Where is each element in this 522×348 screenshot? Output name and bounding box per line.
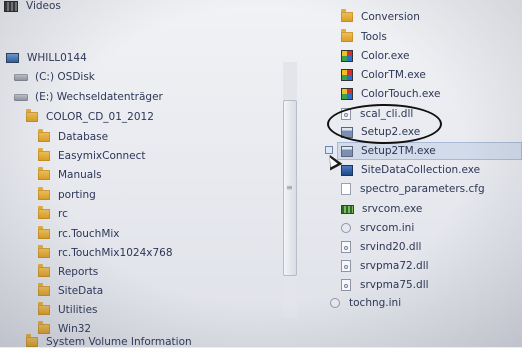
nav-item-subfolder[interactable]: Utilities bbox=[38, 302, 98, 316]
file-name: Conversion bbox=[361, 11, 420, 23]
nav-item-subfolder[interactable]: Database bbox=[38, 129, 109, 143]
folder-icon bbox=[38, 167, 50, 180]
list-item-file[interactable]: srvpma75.dll bbox=[341, 279, 429, 291]
nav-item-subfolder[interactable]: SiteData bbox=[38, 283, 104, 297]
nav-item-label: (E:) Wechseldatenträger bbox=[35, 91, 163, 103]
file-name: srvpma75.dll bbox=[360, 279, 429, 291]
nav-item-computer[interactable]: WHILL0144 bbox=[6, 52, 87, 64]
nav-item-label: SiteData bbox=[58, 285, 104, 297]
explorer-window: Videos WHILL0144 (C:) OSDisk (E:) Wechse… bbox=[0, 0, 522, 348]
nav-item-label: Database bbox=[58, 131, 109, 143]
folder-icon bbox=[38, 283, 50, 296]
removable-drive-icon bbox=[14, 93, 28, 101]
video-library-icon bbox=[4, 0, 18, 12]
folder-icon bbox=[26, 334, 38, 347]
setup-exe-icon bbox=[341, 145, 353, 157]
nav-item-drive-e[interactable]: (E:) Wechseldatenträger bbox=[14, 91, 163, 103]
folder-icon bbox=[38, 245, 50, 258]
folder-icon bbox=[38, 148, 50, 161]
nav-item-subfolder[interactable]: porting bbox=[38, 187, 96, 201]
nav-item-label: Win32 bbox=[58, 323, 92, 335]
color-exe-icon bbox=[341, 50, 353, 62]
nav-item-label: EasymixConnect bbox=[58, 150, 146, 162]
file-name: tochng.ini bbox=[349, 297, 402, 309]
blue-exe-icon bbox=[341, 164, 353, 176]
nav-item-label: COLOR_CD_01_2012 bbox=[46, 111, 154, 123]
file-name: Color.exe bbox=[361, 50, 410, 62]
dll-file-icon bbox=[341, 260, 351, 272]
folder-icon bbox=[38, 264, 50, 277]
file-name: ColorTM.exe bbox=[361, 69, 426, 81]
ini-file-icon bbox=[330, 298, 340, 308]
file-name: ColorTouch.exe bbox=[361, 88, 441, 100]
folder-icon bbox=[38, 226, 50, 239]
file-name: Setup2TM.exe bbox=[361, 145, 436, 157]
file-name: srvcom.exe bbox=[362, 203, 423, 215]
list-item-file[interactable]: srvcom.ini bbox=[341, 222, 414, 234]
file-name: srvcom.ini bbox=[360, 222, 415, 234]
nav-item-label: System Volume Information bbox=[46, 336, 192, 348]
scrollbar-grip-icon: ≡ bbox=[286, 183, 293, 192]
folder-icon bbox=[341, 29, 353, 42]
list-item-file[interactable]: ColorTM.exe bbox=[341, 69, 426, 81]
list-item-file[interactable]: Color.exe bbox=[341, 50, 409, 62]
nav-item-label: rc.TouchMix1024x768 bbox=[58, 247, 173, 259]
nav-item-drive-c[interactable]: (C:) OSDisk bbox=[14, 71, 95, 83]
folder-icon bbox=[38, 129, 50, 142]
list-item-file[interactable]: srvind20.dll bbox=[341, 241, 421, 253]
list-item-file[interactable]: Setup2TM.exe bbox=[341, 145, 436, 157]
nav-item-subfolder[interactable]: EasymixConnect bbox=[38, 148, 146, 162]
nav-item-label: Utilities bbox=[58, 304, 98, 316]
folder-icon bbox=[38, 321, 50, 334]
nav-item-label: (C:) OSDisk bbox=[35, 71, 95, 83]
list-item-file[interactable]: tochng.ini bbox=[330, 297, 401, 309]
dll-file-icon bbox=[341, 279, 351, 291]
color-exe-icon bbox=[341, 69, 353, 81]
nav-item-system-volume[interactable]: System Volume Information bbox=[26, 334, 192, 348]
nav-item-subfolder[interactable]: rc bbox=[38, 206, 68, 220]
list-item-file[interactable]: ColorTouch.exe bbox=[341, 88, 441, 100]
list-item-folder[interactable]: Conversion bbox=[341, 9, 420, 23]
ini-file-icon bbox=[341, 223, 351, 233]
hard-drive-icon bbox=[14, 73, 28, 81]
nav-item-label: Reports bbox=[58, 266, 99, 278]
nav-item-videos[interactable]: Videos bbox=[4, 0, 61, 12]
nav-item-label: rc bbox=[58, 208, 68, 220]
folder-icon bbox=[341, 9, 353, 22]
list-item-file[interactable]: srvpma72.dll bbox=[341, 260, 429, 272]
file-name: Tools bbox=[361, 31, 387, 43]
computer-icon bbox=[6, 53, 19, 63]
folder-icon bbox=[38, 187, 50, 200]
list-item-folder[interactable]: Tools bbox=[341, 29, 387, 43]
nav-item-label: porting bbox=[58, 189, 96, 201]
nav-item-label: WHILL0144 bbox=[27, 52, 87, 64]
highlight-ellipse bbox=[327, 104, 442, 144]
folder-icon bbox=[38, 302, 50, 315]
file-name: srvpma72.dll bbox=[360, 260, 429, 272]
list-item-file[interactable]: srvcom.exe bbox=[341, 203, 422, 215]
nav-item-label: Manuals bbox=[58, 169, 102, 181]
nav-item-subfolder[interactable]: Manuals bbox=[38, 167, 102, 181]
file-name: srvind20.dll bbox=[360, 241, 422, 253]
nav-item-subfolder[interactable]: rc.TouchMix1024x768 bbox=[38, 245, 173, 259]
dll-file-icon bbox=[341, 241, 351, 253]
nav-item-subfolder[interactable]: Reports bbox=[38, 264, 99, 278]
list-item-file[interactable]: SiteDataCollection.exe bbox=[341, 164, 480, 176]
nav-item-label: rc.TouchMix bbox=[58, 228, 120, 240]
folder-icon bbox=[38, 206, 50, 219]
nav-item-label: Videos bbox=[26, 0, 61, 12]
file-name: spectro_parameters.cfg bbox=[360, 183, 485, 195]
green-exe-icon bbox=[341, 204, 354, 214]
folder-icon bbox=[26, 109, 38, 122]
color-exe-icon bbox=[341, 88, 353, 100]
nav-item-subfolder[interactable]: rc.TouchMix bbox=[38, 226, 120, 240]
file-name: SiteDataCollection.exe bbox=[361, 164, 481, 176]
nav-item-subfolder[interactable]: Win32 bbox=[38, 321, 92, 335]
nav-item-color-cd[interactable]: COLOR_CD_01_2012 bbox=[26, 109, 154, 123]
document-icon bbox=[341, 183, 351, 195]
list-item-file[interactable]: spectro_parameters.cfg bbox=[341, 183, 485, 195]
